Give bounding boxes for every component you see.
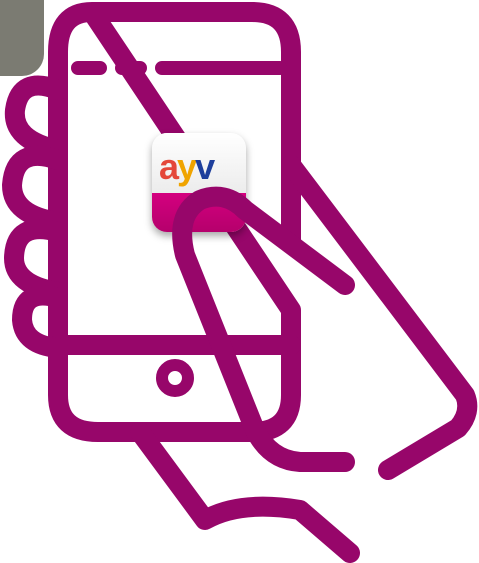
holding-hand-icon xyxy=(130,422,360,563)
app-logo-icon[interactable]: ayv xyxy=(152,133,246,232)
wordmark-letter-y: y xyxy=(177,146,197,187)
app-icon-band xyxy=(152,193,246,232)
hand-holding-phone-illustration: ayv xyxy=(0,0,479,563)
smartphone-icon xyxy=(2,2,478,563)
home-button-icon[interactable] xyxy=(156,359,194,397)
palm-outline xyxy=(281,155,478,480)
wordmark-letter-a: a xyxy=(159,146,179,187)
app-wordmark: ayv xyxy=(159,149,241,185)
wordmark-letter-v: v xyxy=(195,146,215,187)
